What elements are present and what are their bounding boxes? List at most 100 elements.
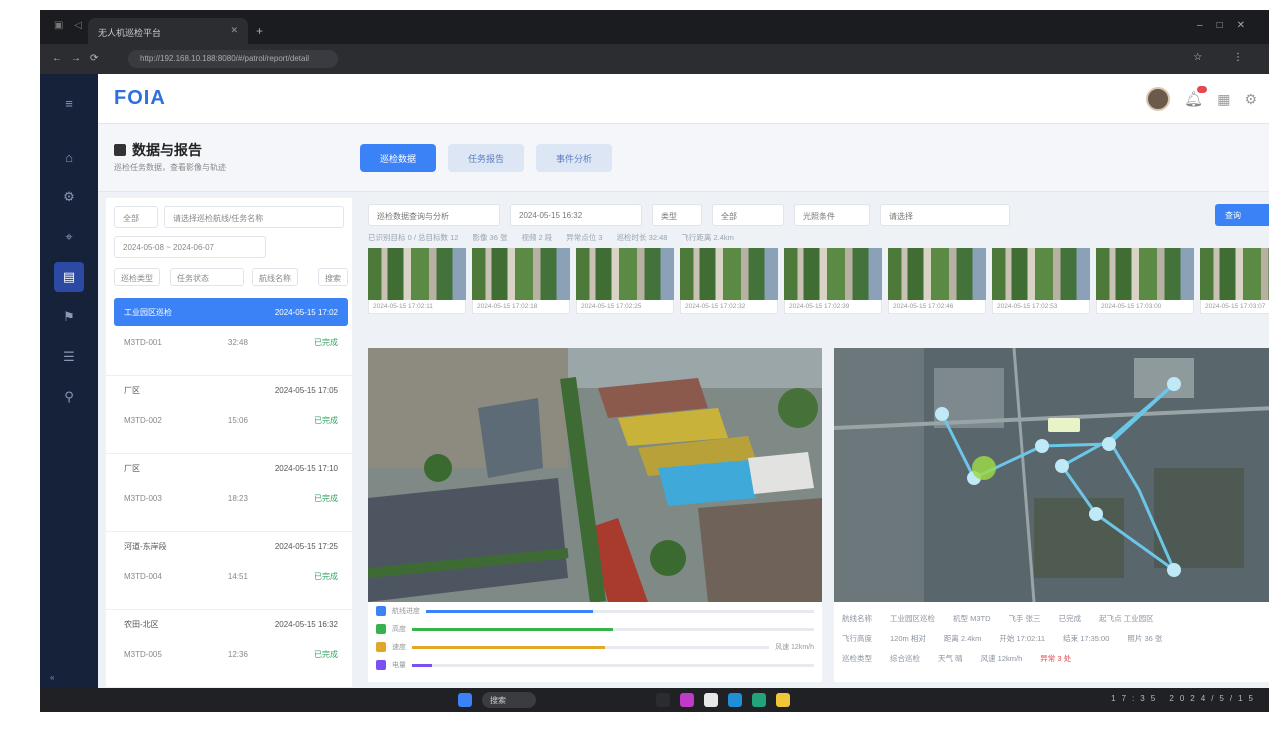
rail-event-icon[interactable]: ⚑ [54,302,84,332]
notification-bell-icon[interactable]: 🔔︎ [1184,86,1208,108]
play-icon[interactable] [376,606,386,616]
tab-task-report[interactable]: 任务报告 [448,144,524,172]
task-list-panel: 全部 请选择巡检航线/任务名称 2024-05-08 ~ 2024-06-07 … [106,198,352,688]
explorer-icon[interactable] [704,693,718,707]
filter-bar: 巡检数据查询与分析 2024-05-15 16:32 类型 全部 光照条件 请选… [368,204,1010,226]
os-taskbar: 搜索 17:35 2024/5/15 [40,688,1269,712]
collapse-icon[interactable]: « [50,673,54,682]
taskview-icon[interactable] [656,693,670,707]
meta-row: 航线名称 工业园区巡检 机型 M3TD 飞手 张三 已完成 起飞点 工业园区 [842,613,1154,623]
app-logo: FOIA [114,87,166,109]
browser-tab[interactable]: 无人机巡检平台 ✕ [88,18,248,44]
battery-bar [412,663,814,667]
folder-icon[interactable] [776,693,790,707]
filter-route[interactable]: 航线名称 [252,268,298,286]
thumbnail[interactable]: 2024-05-15 17:03:00 [1096,248,1194,314]
search-button[interactable]: 搜索 [318,268,348,286]
date-range-picker[interactable]: 2024-05-08 ~ 2024-06-07 [114,236,266,258]
tab-patrol-data[interactable]: 巡检数据 [360,144,436,172]
tab-event-analysis[interactable]: 事件分析 [536,144,612,172]
list-item[interactable]: 厂区 2024-05-15 17:10 M3TD-003 18:23 已完成 [106,454,352,532]
page-header: 数据与报告 巡检任务数据，查看影像与轨迹 巡检数据 任务报告 事件分析 [98,124,1269,192]
nav-back-forward-icon[interactable]: ←→⟳ [52,53,107,64]
satellite-map [834,348,1269,602]
telemetry-row: 速度 风速 12km/h [376,640,814,654]
rail-route-icon[interactable]: ⌖ [54,222,84,252]
speed-bar [412,645,770,649]
bar-fill [412,627,613,631]
start-icon[interactable] [458,693,472,707]
rail-data-icon[interactable]: ▤ [54,262,84,292]
query-keyword-field[interactable]: 巡检数据查询与分析 [368,204,500,226]
thumbnail[interactable]: 2024-05-15 17:02:53 [992,248,1090,314]
type-select[interactable]: 全部 [712,204,784,226]
thumbnail[interactable]: 2024-05-15 17:02:46 [888,248,986,314]
org-select[interactable]: 全部 [114,206,158,228]
window-menu-icon[interactable]: ▣ ◁ [54,20,86,31]
summary-tags: 已识别目标 0 / 总目标数 12 影像 36 张 视频 2 段 异常点位 3 … [368,233,734,242]
task-sub: M3TD-002 15:06 已完成 [124,415,338,425]
telemetry-row: 高度 [376,622,814,636]
mode-tabs: 巡检数据 任务报告 事件分析 [360,144,612,172]
query-button[interactable]: 查询 [1215,204,1269,226]
calendar-icon[interactable]: ▦ [1217,91,1230,108]
thumbnail[interactable]: 2024-05-15 17:02:25 [576,248,674,314]
list-item[interactable]: 工业园区巡检 2024-05-15 17:02 M3TD-001 32:48 已完成 [106,298,352,376]
route-progress-bar[interactable] [426,609,814,613]
type-label: 类型 [652,204,702,226]
avatar[interactable] [1146,87,1171,111]
filter-type[interactable]: 巡检类型 [114,268,160,286]
time-select[interactable]: 2024-05-15 16:32 [510,204,642,226]
telemetry-row: 航线进度 [376,604,814,618]
app-header: FOIA 🔔︎ ▦ ⚙ [98,74,1269,124]
app-content: FOIA 🔔︎ ▦ ⚙ 数据与报告 巡检任务数据，查看影像与轨迹 巡检数据 任务… [98,74,1269,688]
system-tray[interactable]: 17:35 2024/5/15 [1111,694,1259,703]
thumbnail[interactable]: 2024-05-15 17:03:07 [1200,248,1269,314]
list-item[interactable]: 农田-北区 2024-05-15 16:32 M3TD-005 12:36 已完成 [106,610,352,688]
browser-tab-title: 无人机巡检平台 [98,28,162,38]
browser-tab-bar: ▣ ◁ 无人机巡检平台 ✕ + –□✕ [40,10,1269,44]
route-select[interactable]: 请选择巡检航线/任务名称 [164,206,344,228]
thumbnail-strip: 2024-05-15 17:02:11 2024-05-15 17:02:18 … [368,248,1269,314]
aerial-photo-viewer[interactable] [368,348,822,602]
folder-icon [114,144,126,156]
window-controls[interactable]: –□✕ [1197,20,1259,31]
edge-icon[interactable] [728,693,742,707]
rail-report-icon[interactable]: ☰ [54,342,84,372]
new-tab-icon[interactable]: + [256,24,263,38]
browser-menu-icon[interactable]: ☆ ⋮ [1193,52,1257,63]
rail-dashboard-icon[interactable]: ⌂ [54,142,84,172]
header-actions: 🔔︎ ▦ ⚙ [1146,86,1257,111]
task-head: 河道-东岸段 2024-05-15 17:25 [124,541,338,551]
task-sub: M3TD-001 32:48 已完成 [124,337,338,347]
thumbnail[interactable]: 2024-05-15 17:02:39 [784,248,882,314]
app-icon[interactable] [680,693,694,707]
close-tab-icon[interactable]: ✕ [230,25,238,36]
url-field[interactable]: http://192.168.10.188:8080/#/patrol/repo… [128,50,338,68]
chrome-icon[interactable] [752,693,766,707]
aerial-photo [368,348,822,602]
main-panel: 巡检数据查询与分析 2024-05-15 16:32 类型 全部 光照条件 请选… [360,198,1269,688]
monitor-screen: ▣ ◁ 无人机巡检平台 ✕ + –□✕ ←→⟳ http://192.168.1… [40,10,1269,712]
settings-icon[interactable]: ⚙ [1244,91,1257,108]
rail-device-icon[interactable]: ⚙ [54,182,84,212]
list-item[interactable]: 河道-东岸段 2024-05-15 17:25 M3TD-004 14:51 已完成 [106,532,352,610]
thumbnail[interactable]: 2024-05-15 17:02:18 [472,248,570,314]
filter-status[interactable]: 任务状态 [170,268,244,286]
taskbar-search[interactable]: 搜索 [482,692,536,708]
thumbnail[interactable]: 2024-05-15 17:02:11 [368,248,466,314]
bar-fill [412,645,605,649]
address-bar-row: ←→⟳ http://192.168.10.188:8080/#/patrol/… [40,44,1269,74]
speed-icon [376,642,386,652]
page-title: 数据与报告 [114,140,202,160]
rail-user-icon[interactable]: ⚲ [54,382,84,412]
light-select[interactable]: 光照条件 [794,204,870,226]
meta-row: 巡检类型 综合巡检 天气 晴风速 12km/h 异常 3 处 [842,653,1072,663]
task-head: 农田-北区 2024-05-15 16:32 [124,619,338,629]
option-select[interactable]: 请选择 [880,204,1010,226]
battery-icon [376,660,386,670]
thumbnail[interactable]: 2024-05-15 17:02:32 [680,248,778,314]
route-map[interactable] [834,348,1269,602]
menu-icon[interactable]: ≡ [54,88,84,118]
list-item[interactable]: 厂区 2024-05-15 17:05 M3TD-002 15:06 已完成 [106,376,352,454]
